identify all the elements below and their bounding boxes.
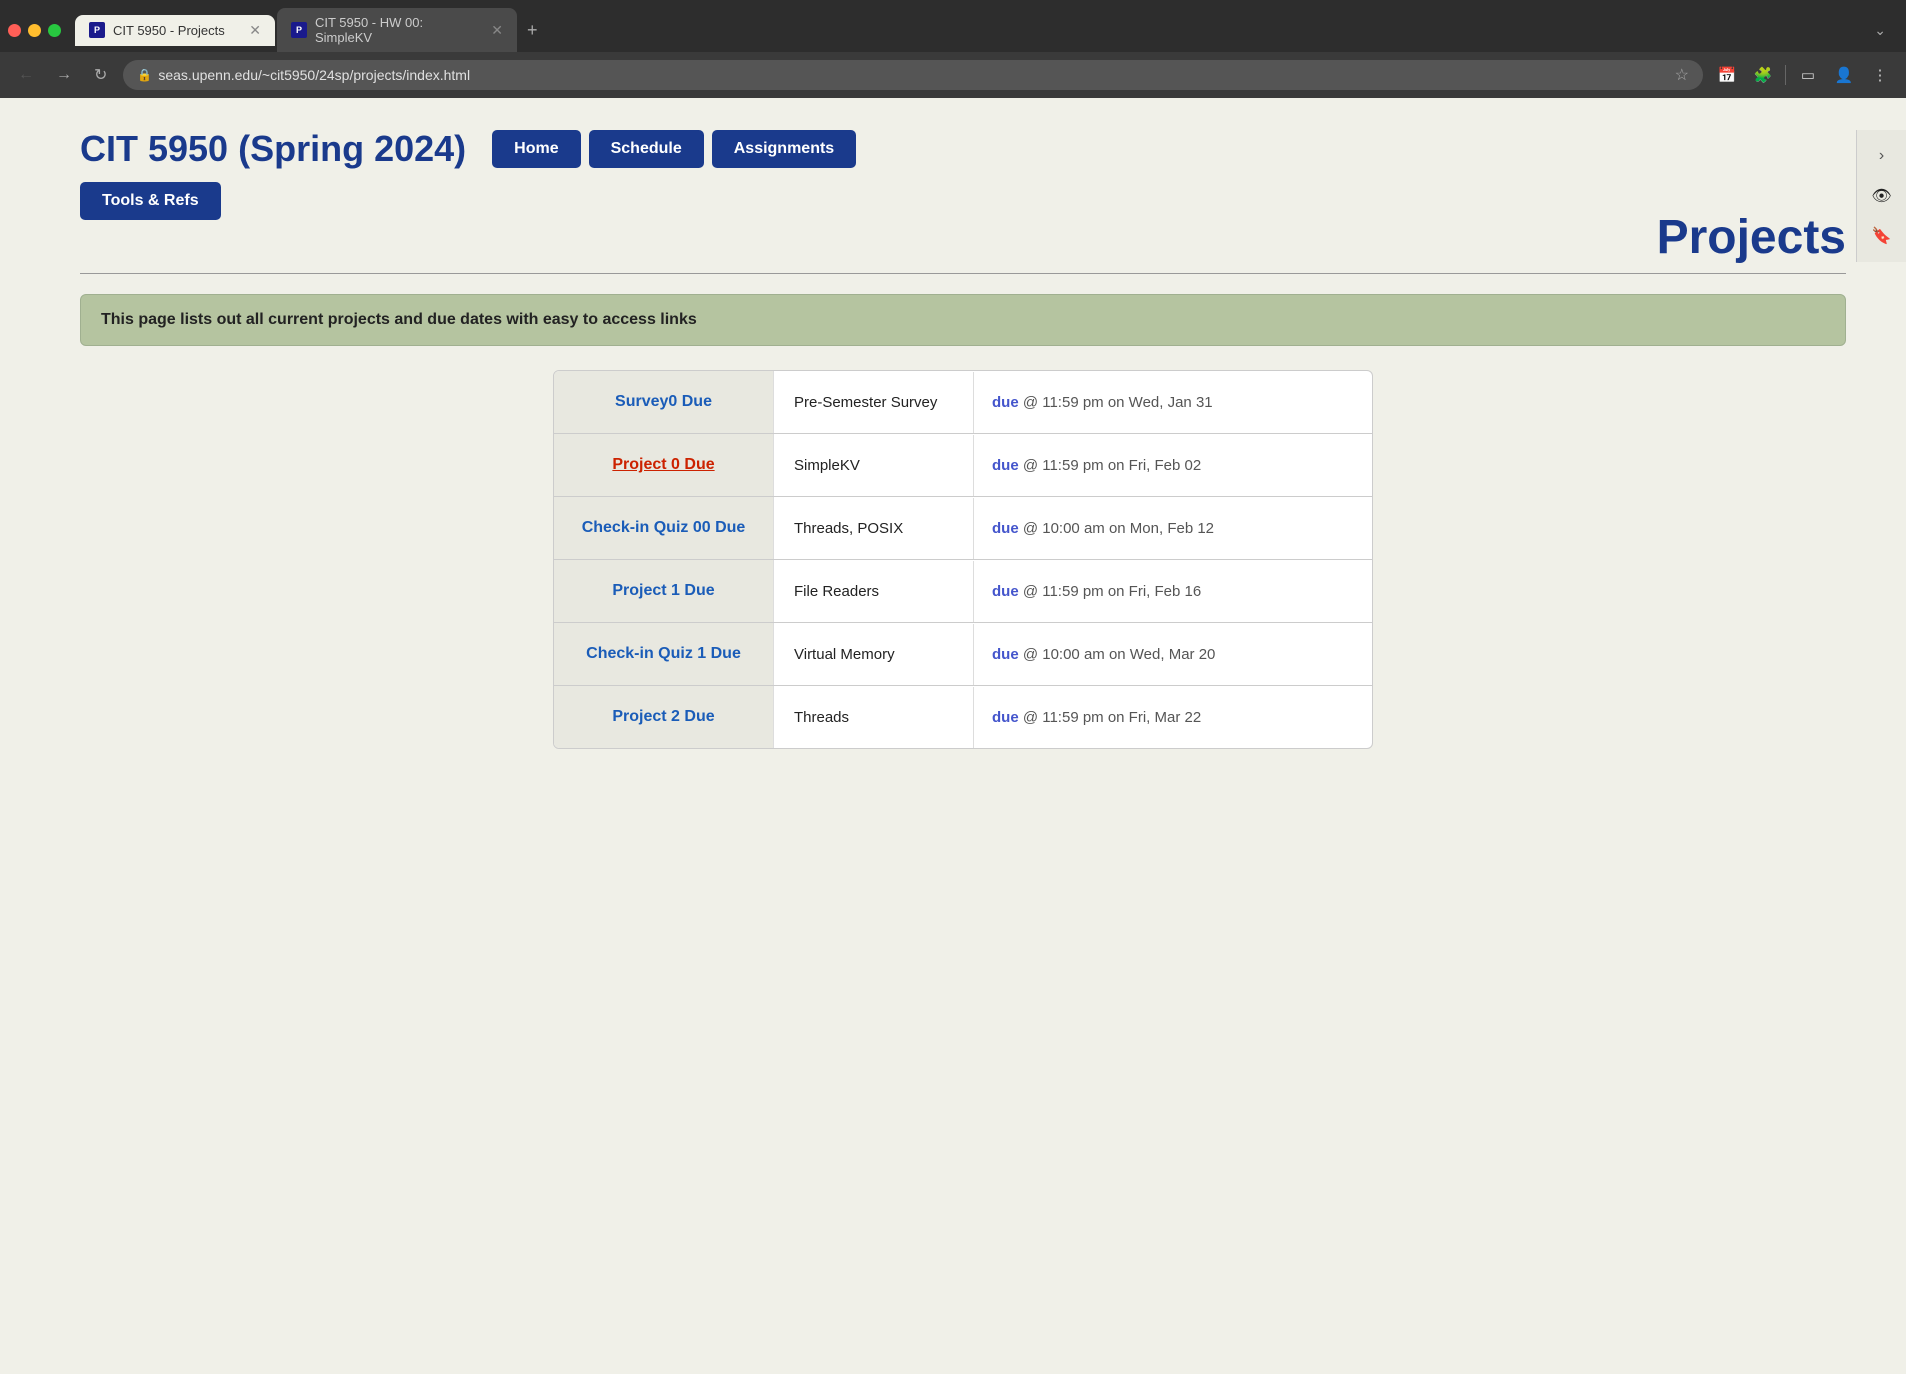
eye-icon[interactable]: 👁 xyxy=(1864,178,1900,214)
toolbar-icons: 📅 🧩 ▭ 👤 ⋮ xyxy=(1713,61,1894,89)
url-text: seas.upenn.edu/~cit5950/24sp/projects/in… xyxy=(158,67,470,83)
bookmark-sidebar-icon[interactable]: 🔖 xyxy=(1864,218,1900,254)
table-cell-due: due @ 11:59 pm on Fri, Feb 02 xyxy=(974,435,1372,496)
bookmark-icon[interactable]: ☆ xyxy=(1675,65,1689,85)
collapse-sidebar-icon[interactable]: › xyxy=(1864,138,1900,174)
projects-table: Survey0 Due Pre-Semester Survey due @ 11… xyxy=(553,370,1373,749)
browser-chrome: P CIT 5950 - Projects ✕ P CIT 5950 - HW … xyxy=(0,0,1906,98)
info-text: This page lists out all current projects… xyxy=(101,311,1825,329)
table-cell-due: due @ 11:59 pm on Fri, Mar 22 xyxy=(974,687,1372,748)
survey0-link[interactable]: Survey0 Due xyxy=(615,393,712,410)
table-cell-due: due @ 11:59 pm on Wed, Jan 31 xyxy=(974,372,1372,433)
extensions-icon[interactable]: 🧩 xyxy=(1749,61,1777,89)
table-row: Project 0 Due SimpleKV due @ 11:59 pm on… xyxy=(554,434,1372,497)
table-cell-description: Threads, POSIX xyxy=(774,498,974,559)
browser-expand-icon[interactable]: ⌄ xyxy=(1866,18,1898,43)
sidebar-toggle-icon[interactable]: ▭ xyxy=(1794,61,1822,89)
quiz1-link[interactable]: Check-in Quiz 1 Due xyxy=(586,645,741,662)
project2-due-link[interactable]: due xyxy=(992,709,1019,726)
quiz1-due-rest: @ 10:00 am on Wed, Mar 20 xyxy=(1023,646,1216,663)
main-layout: CIT 5950 (Spring 2024) Home Schedule Ass… xyxy=(0,98,1906,1374)
page-header: CIT 5950 (Spring 2024) Home Schedule Ass… xyxy=(80,128,1846,170)
assignments-nav-button[interactable]: Assignments xyxy=(712,130,856,168)
tab-favicon-1: P xyxy=(89,22,105,38)
tools-nav-button[interactable]: Tools & Refs xyxy=(80,182,221,220)
project2-link[interactable]: Project 2 Due xyxy=(612,708,714,725)
quiz00-link[interactable]: Check-in Quiz 00 Due xyxy=(582,519,746,536)
table-cell-label: Check-in Quiz 1 Due xyxy=(554,623,774,685)
table-row: Survey0 Due Pre-Semester Survey due @ 11… xyxy=(554,371,1372,434)
schedule-nav-button[interactable]: Schedule xyxy=(589,130,704,168)
tab-close-2[interactable]: ✕ xyxy=(491,22,503,39)
address-bar: ← → ↻ 🔒 seas.upenn.edu/~cit5950/24sp/pro… xyxy=(0,52,1906,98)
back-button[interactable]: ← xyxy=(12,62,40,88)
quiz00-due-link[interactable]: due xyxy=(992,520,1019,537)
page-content: CIT 5950 (Spring 2024) Home Schedule Ass… xyxy=(0,98,1906,1374)
survey0-due-rest: @ 11:59 pm on Wed, Jan 31 xyxy=(1023,394,1213,411)
refresh-button[interactable]: ↻ xyxy=(88,61,113,89)
minimize-button[interactable] xyxy=(28,24,41,37)
table-cell-description: Pre-Semester Survey xyxy=(774,372,974,433)
tab-title-2: CIT 5950 - HW 00: SimpleKV xyxy=(315,15,483,45)
table-cell-due: due @ 10:00 am on Mon, Feb 12 xyxy=(974,498,1372,559)
tab-title-1: CIT 5950 - Projects xyxy=(113,23,225,38)
info-box: This page lists out all current projects… xyxy=(80,294,1846,346)
project2-due-rest: @ 11:59 pm on Fri, Mar 22 xyxy=(1023,709,1201,726)
quiz00-description: Threads, POSIX xyxy=(794,520,903,537)
main-nav: Home Schedule Assignments xyxy=(492,130,856,168)
survey0-due-link[interactable]: due xyxy=(992,394,1019,411)
tab-close-1[interactable]: ✕ xyxy=(249,22,261,39)
toolbar-separator xyxy=(1785,65,1786,85)
table-cell-label: Check-in Quiz 00 Due xyxy=(554,497,774,559)
traffic-lights xyxy=(8,18,61,43)
project1-due-link[interactable]: due xyxy=(992,583,1019,600)
home-nav-button[interactable]: Home xyxy=(492,130,580,168)
table-row: Project 1 Due File Readers due @ 11:59 p… xyxy=(554,560,1372,623)
survey0-description: Pre-Semester Survey xyxy=(794,394,937,411)
project2-description: Threads xyxy=(794,709,849,726)
new-tab-button[interactable]: + xyxy=(519,16,546,45)
table-cell-label: Project 2 Due xyxy=(554,686,774,748)
project0-description: SimpleKV xyxy=(794,457,860,474)
project0-due-link[interactable]: due xyxy=(992,457,1019,474)
table-cell-due: due @ 10:00 am on Wed, Mar 20 xyxy=(974,624,1372,685)
close-button[interactable] xyxy=(8,24,21,37)
table-cell-description: SimpleKV xyxy=(774,435,974,496)
security-icon: 🔒 xyxy=(137,68,152,82)
quiz1-due-link[interactable]: due xyxy=(992,646,1019,663)
project0-due-rest: @ 11:59 pm on Fri, Feb 02 xyxy=(1023,457,1201,474)
table-row: Check-in Quiz 00 Due Threads, POSIX due … xyxy=(554,497,1372,560)
forward-button[interactable]: → xyxy=(50,62,78,88)
project0-link[interactable]: Project 0 Due xyxy=(612,456,714,473)
url-bar[interactable]: 🔒 seas.upenn.edu/~cit5950/24sp/projects/… xyxy=(123,60,1703,90)
quiz1-description: Virtual Memory xyxy=(794,646,895,663)
table-cell-due: due @ 11:59 pm on Fri, Feb 16 xyxy=(974,561,1372,622)
maximize-button[interactable] xyxy=(48,24,61,37)
page-title-row: Projects xyxy=(80,210,1846,274)
table-cell-label: Survey0 Due xyxy=(554,371,774,433)
table-row: Project 2 Due Threads due @ 11:59 pm on … xyxy=(554,686,1372,748)
table-row: Check-in Quiz 1 Due Virtual Memory due @… xyxy=(554,623,1372,686)
tab-cit5950-projects[interactable]: P CIT 5950 - Projects ✕ xyxy=(75,15,275,46)
table-cell-description: Threads xyxy=(774,687,974,748)
page-title: Projects xyxy=(1657,210,1846,265)
tab-favicon-2: P xyxy=(291,22,307,38)
project1-description: File Readers xyxy=(794,583,879,600)
table-cell-label: Project 0 Due xyxy=(554,434,774,496)
table-cell-description: Virtual Memory xyxy=(774,624,974,685)
profile-icon[interactable]: 👤 xyxy=(1830,61,1858,89)
site-title: CIT 5950 (Spring 2024) xyxy=(80,128,466,170)
table-cell-label: Project 1 Due xyxy=(554,560,774,622)
calendar-icon[interactable]: 📅 xyxy=(1713,61,1741,89)
quiz00-due-rest: @ 10:00 am on Mon, Feb 12 xyxy=(1023,520,1214,537)
tab-cit5950-hw[interactable]: P CIT 5950 - HW 00: SimpleKV ✕ xyxy=(277,8,517,52)
table-cell-description: File Readers xyxy=(774,561,974,622)
tab-bar: P CIT 5950 - Projects ✕ P CIT 5950 - HW … xyxy=(0,0,1906,52)
project1-due-rest: @ 11:59 pm on Fri, Feb 16 xyxy=(1023,583,1201,600)
menu-icon[interactable]: ⋮ xyxy=(1866,61,1894,89)
project1-link[interactable]: Project 1 Due xyxy=(612,582,714,599)
right-sidebar: › 👁 🔖 xyxy=(1856,130,1906,262)
